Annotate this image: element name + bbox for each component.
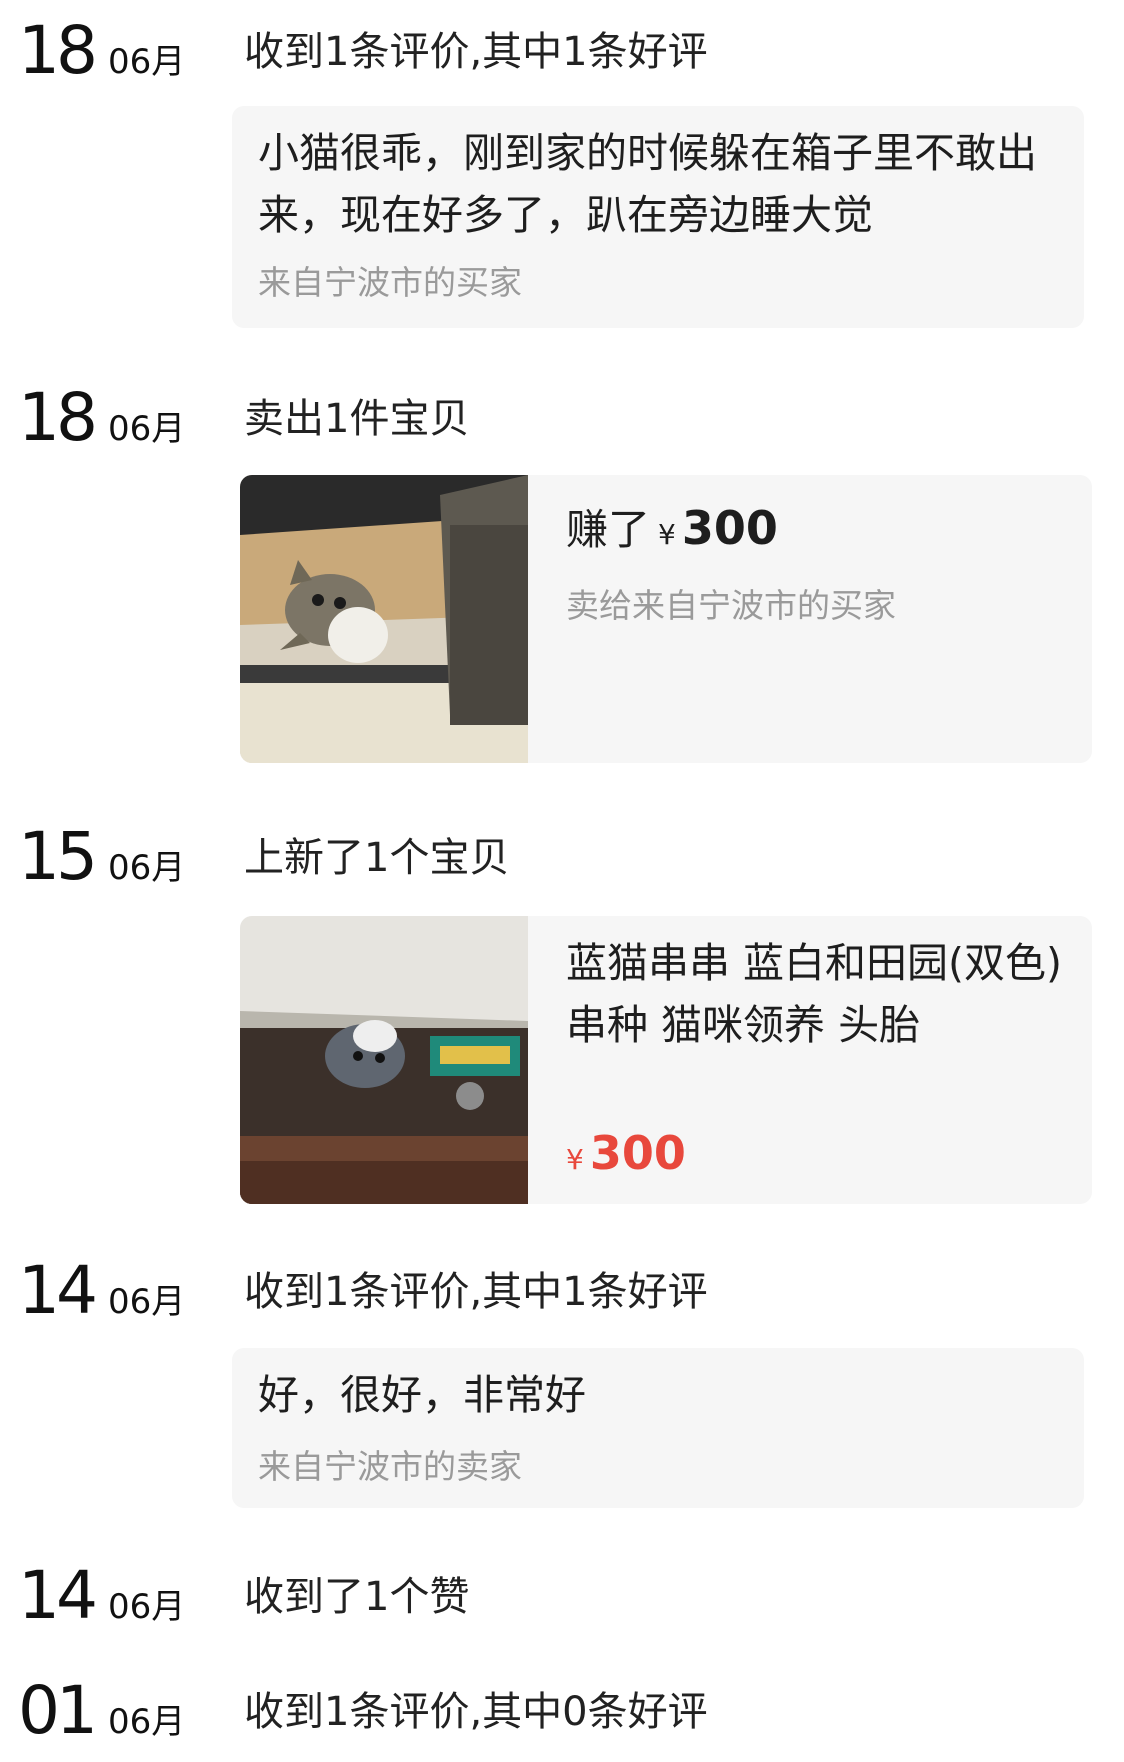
entry-title: 收到1条评价,其中1条好评 <box>244 29 708 75</box>
date-month: 06月 <box>107 409 186 449</box>
tabby-kitten-in-box-photo <box>240 475 528 763</box>
entry-title: 收到1条评价,其中0条好评 <box>244 1689 708 1735</box>
date-month: 06月 <box>107 1587 186 1627</box>
review-source: 来自宁波市的买家 <box>258 263 522 302</box>
date-month: 06月 <box>107 42 186 82</box>
entry-title: 收到1条评价,其中1条好评 <box>244 1269 708 1315</box>
date-day: 14 <box>18 1557 98 1634</box>
earned-amount: 300 <box>681 501 778 555</box>
price-amount: 300 <box>589 1126 686 1180</box>
sold-item-card[interactable]: 赚了 ¥300 卖给来自宁波市的买家 <box>240 475 1092 763</box>
entry-date: 18 06月 <box>18 385 185 451</box>
review-text: 小猫很乖，刚到家的时候躲在箱子里不敢出来，现在好多了，趴在旁边睡大觉 <box>258 129 1037 239</box>
entry-date: 18 06月 <box>18 18 185 84</box>
date-day: 18 <box>18 12 98 89</box>
listing-title: 蓝猫串串 蓝白和田园(双色)串种 猫咪领养 头胎 <box>566 939 1063 1049</box>
entry-title: 上新了1个宝贝 <box>244 835 510 881</box>
date-day: 15 <box>18 818 98 895</box>
earned-label: 赚了 <box>566 505 651 554</box>
entry-title: 收到了1个赞 <box>244 1574 470 1620</box>
entry-date: 01 06月 <box>18 1678 185 1744</box>
date-day: 01 <box>18 1672 98 1749</box>
listing-card[interactable]: 蓝猫串串 蓝白和田园(双色)串种 猫咪领养 头胎 ¥300 <box>240 916 1092 1204</box>
review-text: 好，很好，非常好 <box>258 1371 586 1419</box>
buyer-info: 卖给来自宁波市的买家 <box>566 586 896 625</box>
date-month: 06月 <box>107 1702 186 1742</box>
currency-symbol: ¥ <box>566 1143 584 1176</box>
review-card[interactable]: 小猫很乖，刚到家的时候躲在箱子里不敢出来，现在好多了，趴在旁边睡大觉 来自宁波市… <box>232 106 1084 328</box>
entry-title: 卖出1件宝贝 <box>244 396 470 442</box>
review-source: 来自宁波市的卖家 <box>258 1447 522 1486</box>
kitten-under-cabinet-photo <box>240 916 528 1204</box>
review-card[interactable]: 好，很好，非常好 来自宁波市的卖家 <box>232 1348 1084 1508</box>
earned-line: 赚了 ¥300 <box>566 497 778 566</box>
date-day: 18 <box>18 379 98 456</box>
date-month: 06月 <box>107 1282 186 1322</box>
listing-price: ¥300 <box>566 1126 686 1180</box>
entry-date: 14 06月 <box>18 1563 185 1629</box>
entry-date: 15 06月 <box>18 824 185 890</box>
entry-date: 14 06月 <box>18 1258 185 1324</box>
date-day: 14 <box>18 1252 98 1329</box>
date-month: 06月 <box>107 848 186 888</box>
currency-symbol: ¥ <box>658 518 676 551</box>
